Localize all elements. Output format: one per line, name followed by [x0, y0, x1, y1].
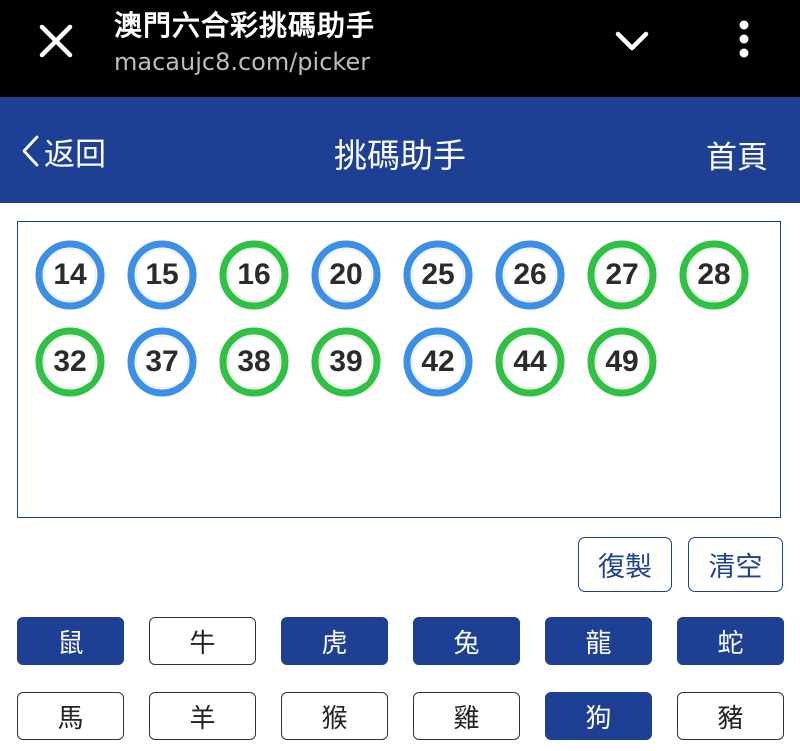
chevron-down-icon — [615, 31, 649, 51]
zodiac-button[interactable]: 鼠 — [17, 617, 124, 665]
more-options-button[interactable] — [722, 14, 766, 68]
ball-number: 38 — [237, 345, 271, 378]
zodiac-button[interactable]: 猴 — [281, 692, 388, 740]
number-ball[interactable]: 37 — [127, 327, 197, 397]
number-ball[interactable]: 25 — [403, 240, 473, 310]
ball-number: 20 — [329, 258, 363, 291]
number-ball[interactable]: 16 — [219, 240, 289, 310]
number-ball[interactable]: 39 — [311, 327, 381, 397]
ball-number: 15 — [145, 258, 179, 291]
number-ball[interactable]: 20 — [311, 240, 381, 310]
number-ball[interactable]: 49 — [587, 327, 657, 397]
number-ball[interactable]: 27 — [587, 240, 657, 310]
ball-number: 49 — [605, 345, 639, 378]
ball-list: 14 15 16 20 25 26 27 28 32 37 38 39 42 44 49 — [35, 240, 775, 397]
zodiac-button[interactable]: 龍 — [545, 617, 652, 665]
number-ball[interactable]: 38 — [219, 327, 289, 397]
ball-number: 16 — [237, 258, 271, 291]
zodiac-button[interactable]: 馬 — [17, 692, 124, 740]
number-ball[interactable]: 14 — [35, 240, 105, 310]
ball-number: 28 — [697, 258, 731, 291]
number-ball[interactable]: 42 — [403, 327, 473, 397]
close-tab-button[interactable] — [30, 15, 82, 67]
browser-url[interactable]: macaujc8.com/picker — [114, 48, 370, 76]
zodiac-button[interactable]: 牛 — [149, 617, 256, 665]
app-header: 返回 挑碼助手 首頁 — [0, 97, 800, 203]
browser-page-title: 澳門六合彩挑碼助手 — [114, 9, 376, 42]
picked-numbers-panel: 14 15 16 20 25 26 27 28 32 37 38 39 42 44 49 — [17, 221, 781, 518]
expand-button[interactable] — [606, 20, 658, 64]
ball-number: 25 — [421, 258, 455, 291]
number-ball[interactable]: 32 — [35, 327, 105, 397]
zodiac-button[interactable]: 蛇 — [677, 617, 784, 665]
copy-button[interactable]: 復製 — [578, 537, 672, 592]
zodiac-button[interactable]: 羊 — [149, 692, 256, 740]
number-ball[interactable]: 15 — [127, 240, 197, 310]
zodiac-button[interactable]: 虎 — [281, 617, 388, 665]
clear-button[interactable]: 清空 — [688, 537, 783, 592]
zodiac-selector: 鼠牛虎兔龍蛇馬羊猴雞狗豬 — [17, 617, 784, 740]
page-title: 挑碼助手 — [334, 136, 466, 175]
home-button[interactable]: 首頁 — [706, 132, 768, 177]
number-ball[interactable]: 44 — [495, 327, 565, 397]
close-icon — [39, 24, 73, 58]
browser-toolbar: 澳門六合彩挑碼助手 macaujc8.com/picker — [0, 0, 800, 97]
number-ball[interactable]: 28 — [679, 240, 749, 310]
ball-number: 44 — [513, 345, 547, 378]
ball-number: 27 — [605, 258, 639, 291]
zodiac-button[interactable]: 狗 — [545, 692, 652, 740]
ball-number: 14 — [53, 258, 87, 291]
ball-number: 37 — [145, 345, 179, 378]
ball-number: 26 — [513, 258, 547, 291]
zodiac-button[interactable]: 雞 — [413, 692, 520, 740]
number-ball[interactable]: 26 — [495, 240, 565, 310]
ball-number: 32 — [53, 345, 87, 378]
zodiac-button[interactable]: 豬 — [677, 692, 784, 740]
more-vertical-icon — [739, 20, 749, 58]
zodiac-button[interactable]: 兔 — [413, 617, 520, 665]
ball-number: 42 — [421, 345, 455, 378]
ball-number: 39 — [329, 345, 363, 378]
